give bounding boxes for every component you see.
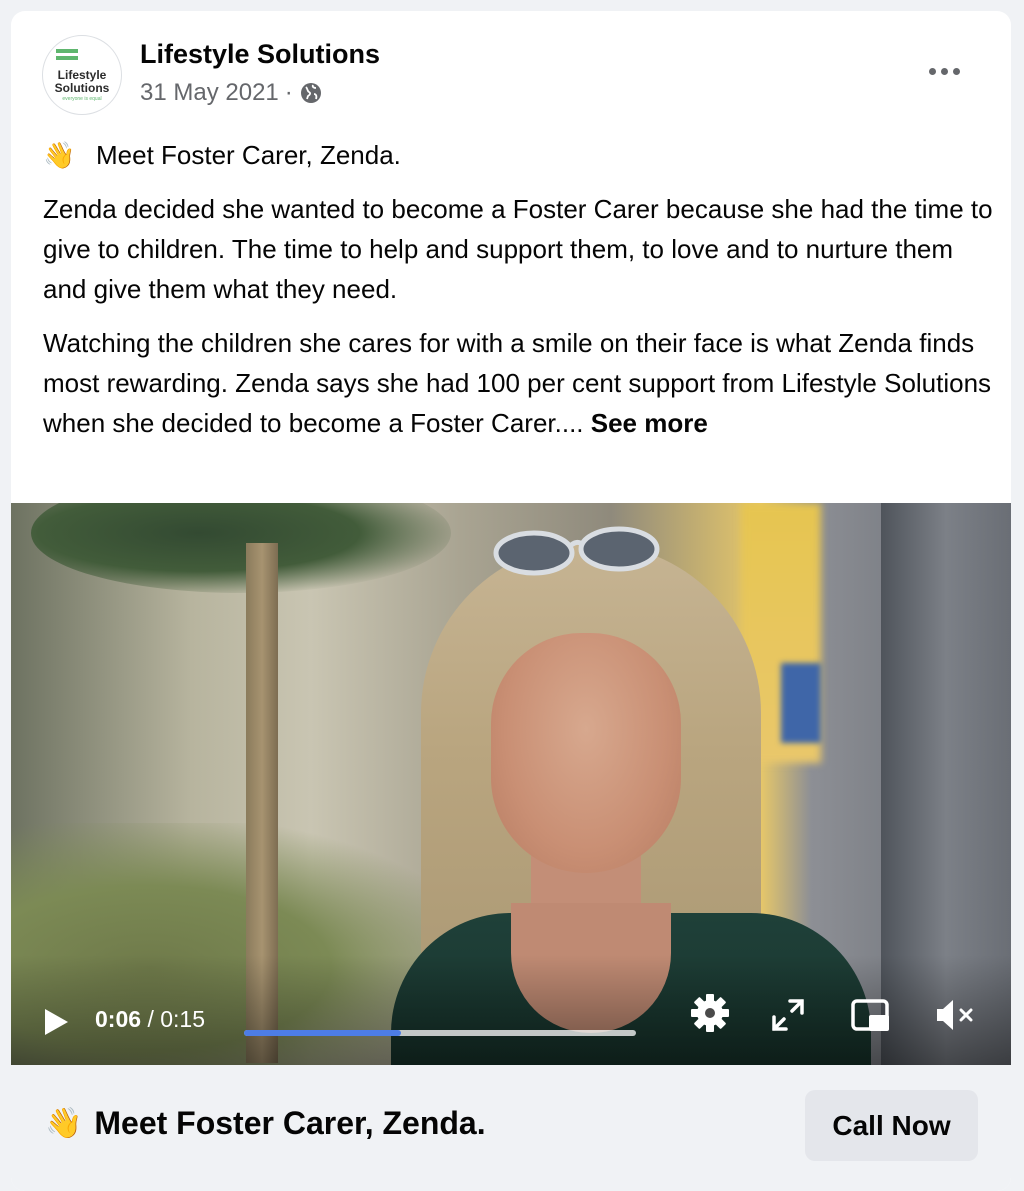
video-frame-sunglasses [493,526,660,576]
post-card: Lifestyle Solutions everyone is equal Li… [11,11,1011,1191]
video-progress-fill [244,1030,401,1036]
picture-in-picture-icon[interactable] [849,993,893,1037]
video-frame-sign-detail [781,663,821,743]
waving-hand-icon: 👋 [43,140,76,170]
globe-icon [299,81,323,105]
post-meta: 31 May 2021 · [140,79,323,107]
see-more-link[interactable]: See more [591,408,708,438]
video-frame-person-face [491,633,681,873]
logo-text-line1: Lifestyle [57,68,107,82]
page-name-link[interactable]: Lifestyle Solutions [140,39,380,70]
call-to-action-bar: 👋 Meet Foster Carer, Zenda. Call Now [11,1065,1011,1191]
post-paragraph-2: Watching the children she cares for with… [43,323,993,443]
video-frame-foliage [31,503,451,593]
page-avatar[interactable]: Lifestyle Solutions everyone is equal [42,35,122,115]
fullscreen-icon[interactable] [766,993,810,1037]
post-date[interactable]: 31 May 2021 [140,79,279,107]
post-headline: 👋 Meet Foster Carer, Zenda. [43,135,993,175]
cta-title: 👋 Meet Foster Carer, Zenda. [45,1105,486,1142]
logo-tagline: everyone is equal [62,96,102,102]
video-duration: 0:15 [160,1006,205,1032]
logo-text-line2: Solutions [54,81,110,95]
headline-text: Meet Foster Carer, Zenda. [96,140,401,170]
call-now-button[interactable]: Call Now [805,1090,978,1161]
video-time: 0:06 / 0:15 [95,1006,205,1033]
more-options-icon[interactable] [919,61,969,81]
post-header: Lifestyle Solutions everyone is equal Li… [11,11,1011,131]
post-text: 👋 Meet Foster Carer, Zenda. Zenda decide… [43,135,993,443]
video-current-time: 0:06 [95,1006,142,1032]
waving-hand-icon: 👋 [45,1107,83,1140]
video-player[interactable]: 0:06 / 0:15 [11,503,1011,1065]
video-time-separator: / [147,1006,154,1032]
post-paragraph-1: Zenda decided she wanted to become a Fos… [43,194,993,304]
paragraph-2-text: Watching the children she cares for with… [43,328,992,438]
logo-mark [56,49,78,63]
gear-icon[interactable] [688,991,732,1035]
cta-title-text: Meet Foster Carer, Zenda. [94,1105,486,1141]
play-icon[interactable] [41,1007,71,1037]
video-progress-bar[interactable] [244,1030,636,1036]
meta-separator: · [284,79,293,106]
muted-speaker-icon[interactable] [933,993,977,1037]
